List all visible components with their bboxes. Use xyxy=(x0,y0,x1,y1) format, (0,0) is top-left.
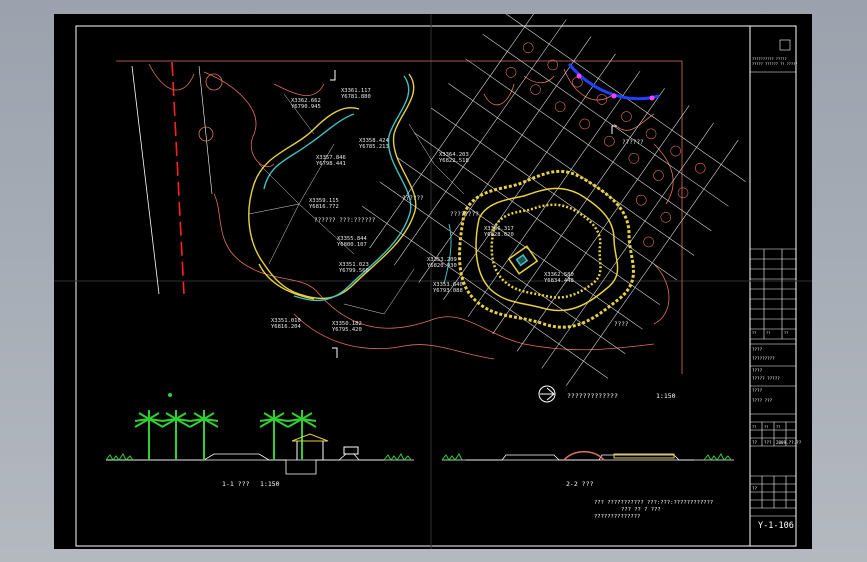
water-node-3 xyxy=(649,95,655,101)
company-logo xyxy=(779,39,791,51)
central-plaza xyxy=(443,169,635,329)
note-line: ?????????????? xyxy=(594,514,640,520)
plan-label: ?????? ???:?????? xyxy=(314,217,376,224)
plan-label: ???? xyxy=(614,321,629,328)
section-2-2 xyxy=(441,451,734,461)
section-1-1 xyxy=(105,393,414,475)
corner-marker-3 xyxy=(611,125,617,134)
note-line: ??? ??????????? ???:???:???????????? xyxy=(594,500,713,506)
palm-trees xyxy=(134,410,317,460)
water-node-2 xyxy=(611,93,617,99)
design-notes: ??? ??????????? ???:???:???????????? ???… xyxy=(594,500,713,520)
content-label: ???? xyxy=(752,388,763,393)
coord-label-b: Y6800.107 xyxy=(337,242,367,248)
table-cell: ?? xyxy=(764,425,768,429)
coord-label-b: Y6795.420 xyxy=(332,327,362,333)
cad-drawing: X3361.117 Y6781.880 X3362.662 Y6790.945 … xyxy=(54,2,812,549)
title-block-fields: ???? ????????? ???? ????? ????? ???? ???… xyxy=(752,347,802,491)
coord-label-b: Y6781.880 xyxy=(341,94,371,100)
plan-caption: ????????????? xyxy=(567,392,618,400)
coord-label-b: Y6834.448 xyxy=(544,278,574,284)
note-line: ??? ?? ? ??? xyxy=(621,507,661,513)
elevation-marker xyxy=(168,393,172,397)
corner-marker-2 xyxy=(332,347,338,358)
stream-path xyxy=(248,73,417,302)
grass-left xyxy=(441,453,463,461)
terrain-profile xyxy=(106,453,384,475)
pavilion-core xyxy=(515,253,529,267)
coord-label-b: Y6820.930 xyxy=(427,263,457,269)
table-cell: ?? xyxy=(752,331,756,335)
drawing-label: ???? xyxy=(752,368,763,373)
plan-labels: ?????? ?????? ???:?????? ???????? ??????… xyxy=(314,139,644,328)
palm-tree xyxy=(259,410,289,460)
plan-label: ?????? xyxy=(622,139,644,146)
coord-label-b: Y6798.441 xyxy=(316,161,346,167)
coord-label-b: Y6822.518 xyxy=(439,158,469,164)
section1-caption: 1-1 ??? xyxy=(222,480,249,488)
table-cell: ?? xyxy=(776,425,780,429)
coord-label-b: Y6793.088 xyxy=(433,288,463,294)
plan-label: ???????? xyxy=(450,211,479,218)
date-label: ?? xyxy=(752,486,758,491)
drawing-number: Y-1-106 xyxy=(758,521,794,531)
grass-left xyxy=(105,453,134,461)
table-cell: ?? xyxy=(752,425,756,429)
coord-label-b: Y6785.213 xyxy=(359,144,389,150)
corner-marker-1 xyxy=(330,70,336,81)
section2-caption: 2-2 ??? xyxy=(566,480,593,488)
contour-lines xyxy=(148,63,674,360)
mound xyxy=(563,451,605,461)
table-cell: ?? xyxy=(784,331,788,335)
palm-tree xyxy=(134,410,164,460)
road-centerline xyxy=(171,61,185,295)
coord-label-b: Y6799.560 xyxy=(339,268,369,274)
grade-value: ??? xyxy=(764,440,772,445)
rotated-grid xyxy=(362,2,746,386)
section1-scale: 1:150 xyxy=(260,480,280,488)
viewport: X3361.117 Y6781.880 X3362.662 Y6790.945 … xyxy=(0,0,867,562)
road-edge xyxy=(131,65,160,295)
site-plan: X3361.117 Y6781.880 X3362.662 Y6790.945 … xyxy=(116,2,746,386)
date-value: 2009.??.?? xyxy=(776,440,802,445)
grass-right xyxy=(383,453,412,461)
palm-tree xyxy=(189,410,219,460)
road-edge-2 xyxy=(198,65,213,195)
plan-scale: 1:150 xyxy=(656,392,676,400)
palm-tree xyxy=(161,410,191,460)
table-cell: ?? xyxy=(766,331,770,335)
grass-right xyxy=(703,453,732,461)
title-block-text: ?????????? ????? ????? ?????? ?? ????? ?… xyxy=(752,57,797,429)
coord-label-b: Y6790.945 xyxy=(291,104,321,110)
drawing-value: ????? ????? xyxy=(752,376,780,381)
coord-label-b: Y6828.020 xyxy=(484,232,514,238)
drawing-sheet[interactable]: X3361.117 Y6781.880 X3362.662 Y6790.945 … xyxy=(54,2,812,549)
coord-label-b: Y6816.204 xyxy=(271,324,301,330)
company-name: ?????????? ????? xyxy=(752,57,787,61)
water-node-1 xyxy=(576,73,582,79)
project-value: ????????? xyxy=(752,356,775,361)
company-subtitle: ????? ?????? ?? ????? xyxy=(752,62,797,66)
north-arrow xyxy=(538,385,556,403)
plan-label: ?????? xyxy=(402,195,424,202)
project-label: ???? xyxy=(752,347,763,352)
content-value: ???? ??? xyxy=(752,398,773,403)
coord-label-b: Y6816.772 xyxy=(309,204,339,210)
grade-label: ?? xyxy=(752,440,758,445)
